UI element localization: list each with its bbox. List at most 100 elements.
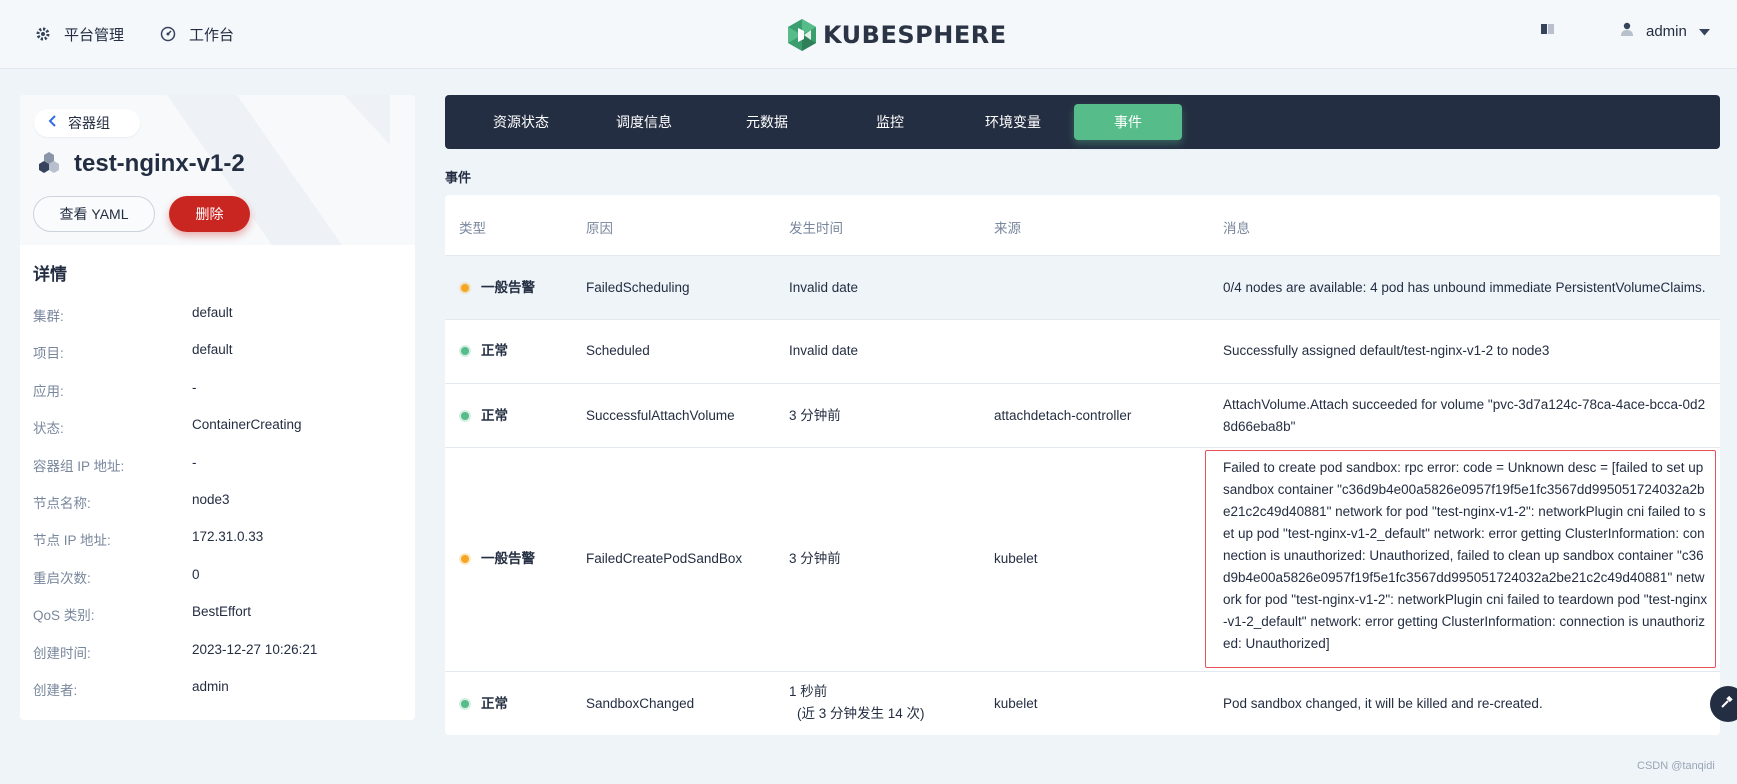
dashboard-icon: [159, 25, 177, 43]
table-row[interactable]: 一般告警 FailedScheduling Invalid date 0/4 n…: [445, 255, 1720, 319]
detail-value: 172.31.0.33: [192, 529, 264, 544]
event-source: attachdetach-controller: [994, 408, 1132, 423]
back-to-pods-button[interactable]: 容器组: [34, 109, 140, 137]
table-row[interactable]: 正常 SandboxChanged 1 秒前 (近 3 分钟发生 14 次) k…: [445, 671, 1720, 735]
event-reason: SandboxChanged: [586, 696, 695, 711]
detail-value: node3: [192, 492, 230, 507]
warning-status-dot: [461, 284, 469, 292]
gear-icon: [34, 25, 52, 43]
event-reason: SuccessfulAttachVolume: [586, 408, 735, 423]
delete-button[interactable]: 删除: [169, 196, 250, 232]
event-type: 正常: [461, 693, 508, 715]
event-reason: Scheduled: [586, 343, 650, 358]
event-type-label: 一般告警: [481, 280, 535, 295]
kubesphere-logo-icon: [788, 19, 816, 51]
events-table: 类型 原因 发生时间 来源 消息 一般告警 FailedScheduling I…: [445, 195, 1720, 735]
detail-row-status: 状态: ContainerCreating: [33, 417, 403, 437]
detail-key: 节点名称:: [33, 496, 91, 511]
table-row[interactable]: 正常 SuccessfulAttachVolume 3 分钟前 attachde…: [445, 383, 1720, 447]
detail-key: 项目:: [33, 346, 64, 361]
detail-row-created-at: 创建时间: 2023-12-27 10:26:21: [33, 642, 403, 662]
warning-status-dot: [461, 555, 469, 563]
detail-row-application: 应用: -: [33, 380, 403, 400]
brand-name: KUBESPHERE: [823, 21, 1007, 49]
pod-header: 容器组 test-nginx-v1-2 查看 YAML 删除: [20, 95, 415, 245]
event-reason: FailedCreatePodSandBox: [586, 551, 743, 566]
workbench-label: 工作台: [189, 26, 235, 44]
tab-metadata[interactable]: 元数据: [713, 104, 821, 140]
detail-key: 状态:: [33, 421, 64, 436]
detail-value: default: [192, 305, 233, 320]
event-message: AttachVolume.Attach succeeded for volume…: [1223, 397, 1706, 434]
event-type: 一般告警: [461, 277, 535, 299]
hammer-icon: [1720, 695, 1734, 714]
platform-management-link[interactable]: 平台管理: [34, 20, 124, 48]
detail-value: default: [192, 342, 233, 357]
column-header-type: 类型: [459, 221, 486, 236]
detail-value: ContainerCreating: [192, 417, 302, 432]
detail-row-creator: 创建者: admin: [33, 679, 403, 699]
event-message: Pod sandbox changed, it will be killed a…: [1223, 696, 1543, 711]
detail-key: 集群:: [33, 309, 64, 324]
user-icon: [1620, 22, 1634, 41]
event-type: 正常: [461, 340, 508, 362]
detail-row-qos: QoS 类别: BestEffort: [33, 604, 403, 624]
event-time: Invalid date: [789, 280, 859, 295]
csdn-watermark: CSDN @tanqidi: [1637, 760, 1715, 772]
docs-button[interactable]: [1540, 22, 1556, 40]
detail-key: 应用:: [33, 384, 64, 399]
normal-status-dot: [461, 347, 469, 355]
detail-row-pod-ip: 容器组 IP 地址: -: [33, 455, 403, 475]
event-type-label: 正常: [481, 408, 508, 423]
detail-key: 节点 IP 地址:: [33, 533, 111, 548]
detail-tabs: 资源状态 调度信息 元数据 监控 环境变量 事件: [445, 95, 1720, 149]
tab-resource-status[interactable]: 资源状态: [467, 104, 575, 140]
column-header-source: 来源: [994, 221, 1021, 236]
table-row[interactable]: 一般告警 FailedCreatePodSandBox 3 分钟前 kubele…: [445, 447, 1720, 671]
event-time-count: (近 3 分钟发生 14 次): [797, 706, 925, 721]
pod-detail-panel: 容器组 test-nginx-v1-2 查看 YAML 删除 详情 集群: def…: [20, 95, 415, 720]
detail-row-node-ip: 节点 IP 地址: 172.31.0.33: [33, 529, 403, 549]
detail-row-cluster: 集群: default: [33, 305, 403, 325]
caret-down-icon: [1698, 23, 1710, 40]
detail-value: 2023-12-27 10:26:21: [192, 642, 318, 657]
kubesphere-logo[interactable]: KUBESPHERE: [787, 18, 1007, 52]
detail-row-project: 项目: default: [33, 342, 403, 362]
event-source: kubelet: [994, 551, 1038, 566]
event-type-label: 正常: [481, 343, 508, 358]
top-navbar: 平台管理 工作台 KUBESPHERE admin: [0, 0, 1737, 68]
user-name: admin: [1646, 23, 1687, 40]
event-time: 3 分钟前: [789, 408, 841, 423]
detail-value: -: [192, 455, 197, 470]
event-type-label: 正常: [481, 696, 508, 711]
tab-events[interactable]: 事件: [1074, 104, 1182, 140]
detail-value: BestEffort: [192, 604, 252, 619]
tab-env-variables[interactable]: 环境变量: [959, 104, 1067, 140]
user-menu[interactable]: admin: [1620, 22, 1710, 41]
tab-scheduling[interactable]: 调度信息: [590, 104, 698, 140]
chevron-left-icon: [48, 114, 56, 132]
event-type: 正常: [461, 405, 508, 427]
event-message: Successfully assigned default/test-nginx…: [1223, 343, 1550, 358]
details-title: 详情: [33, 265, 67, 284]
detail-value: admin: [192, 679, 229, 694]
table-row[interactable]: 正常 Scheduled Invalid date Successfully a…: [445, 319, 1720, 383]
event-message: Failed to create pod sandbox: rpc error:…: [1223, 460, 1708, 651]
detail-key: QoS 类别:: [33, 608, 95, 623]
detail-row-restarts: 重启次数: 0: [33, 567, 403, 587]
column-header-message: 消息: [1223, 221, 1250, 236]
pod-icon: [38, 151, 60, 178]
view-yaml-button[interactable]: 查看 YAML: [33, 196, 155, 232]
pod-name: test-nginx-v1-2: [74, 150, 245, 177]
detail-key: 创建者:: [33, 683, 78, 698]
platform-management-label: 平台管理: [64, 26, 125, 44]
detail-key: 容器组 IP 地址:: [33, 459, 125, 474]
tab-monitoring[interactable]: 监控: [836, 104, 944, 140]
event-reason: FailedScheduling: [586, 280, 690, 295]
normal-status-dot: [461, 412, 469, 420]
back-label: 容器组: [68, 115, 110, 131]
event-source: kubelet: [994, 696, 1038, 711]
pod-title: test-nginx-v1-2: [38, 150, 245, 178]
normal-status-dot: [461, 700, 469, 708]
workbench-link[interactable]: 工作台: [159, 20, 234, 48]
